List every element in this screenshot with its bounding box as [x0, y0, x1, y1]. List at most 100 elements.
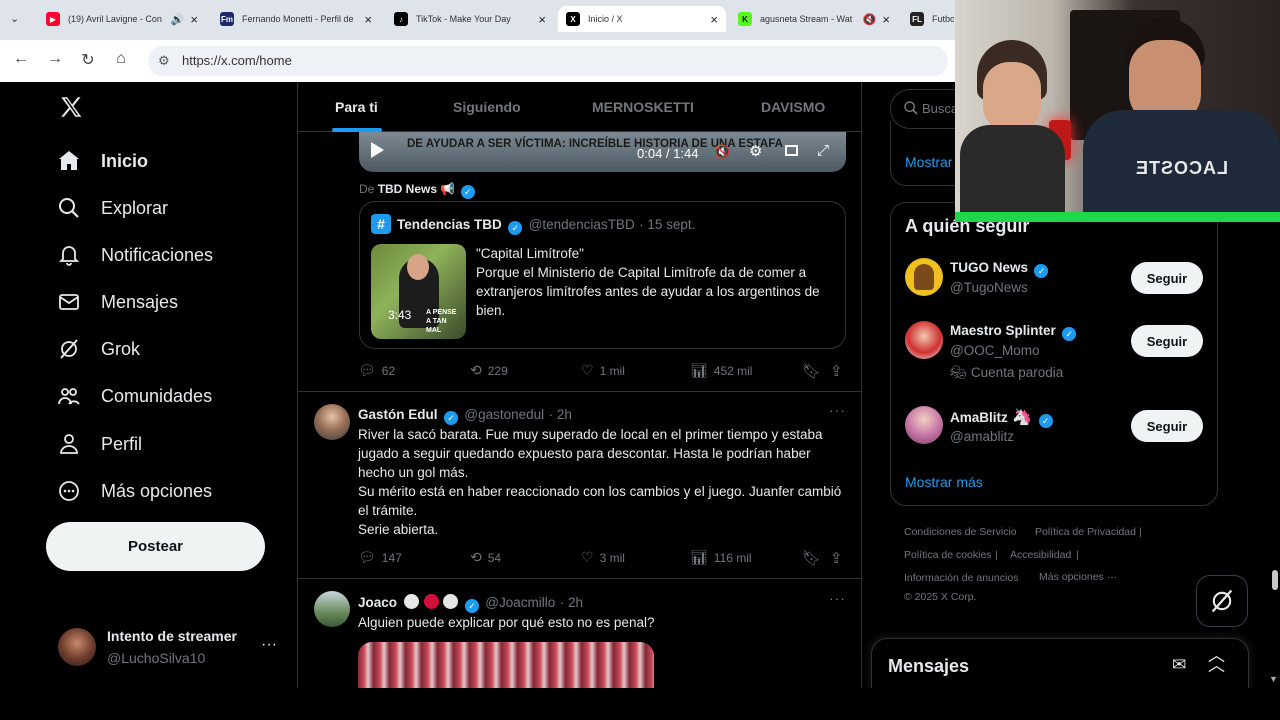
browser-tab[interactable]: ♪ TikTok - Make Your Day ×	[386, 6, 554, 32]
post-time[interactable]: · 2h	[560, 595, 583, 610]
avatar[interactable]	[905, 406, 943, 444]
show-more-link[interactable]: Mostrar más	[905, 474, 983, 490]
tab-mernosketti[interactable]: MERNOSKETTI	[592, 99, 694, 115]
author-name[interactable]: Joaco	[358, 595, 397, 610]
follow-button[interactable]: Seguir	[1131, 410, 1203, 442]
show-more-link[interactable]: Mostrar	[905, 154, 952, 170]
nav-item-inicio[interactable]: Inicio	[56, 145, 148, 177]
site-settings-icon[interactable]: ⚙	[158, 53, 170, 69]
account-switcher[interactable]: Intento de streamer @LuchoSilva10 ···	[56, 624, 286, 670]
tab-para-ti[interactable]: Para ti	[335, 99, 378, 115]
close-tab-icon[interactable]: ×	[882, 12, 890, 27]
more-dots-icon[interactable]: ···	[829, 590, 846, 606]
tab-davismo[interactable]: DAVISMO	[761, 99, 825, 115]
quoted-handle: @tendenciasTBD	[528, 217, 635, 232]
nav-item-comunidades[interactable]: Comunidades	[56, 380, 212, 412]
grok-floating-button[interactable]	[1196, 575, 1248, 627]
bookmark-icon[interactable]: 🔖︎	[802, 362, 821, 380]
avatar[interactable]	[314, 591, 350, 627]
nav-item-mas-opciones[interactable]: Más opciones	[56, 475, 212, 507]
footer-link-more-options[interactable]: Más opciones ···	[1039, 571, 1117, 583]
browser-tab[interactable]: ▶ (19) Avril Lavigne - Con 🔊 ×	[38, 6, 206, 32]
x-logo-icon[interactable]	[58, 94, 86, 122]
follow-button[interactable]: Seguir	[1131, 325, 1203, 357]
more-dots-icon[interactable]: ···	[261, 636, 277, 654]
address-bar[interactable]: ⚙ https://x.com/home	[148, 46, 948, 76]
quoted-post-card[interactable]: # Tendencias TBD ✓ @tendenciasTBD · 15 s…	[359, 201, 846, 349]
post-text-line: River la sacó barata. Fue muy superado d…	[358, 427, 823, 480]
post-media-image[interactable]	[358, 642, 654, 688]
avatar[interactable]	[905, 258, 943, 296]
white-circle-icon	[443, 594, 459, 609]
bookmark-icon[interactable]: 🔖︎	[802, 549, 821, 567]
like-count: 3 mil	[599, 550, 625, 565]
like-button[interactable]: ♡ 1 mil	[581, 362, 625, 379]
author-handle[interactable]: @gastonedul	[464, 407, 544, 422]
close-tab-icon[interactable]: ×	[538, 12, 546, 27]
footer-link-privacy[interactable]: Política de Privacidad	[1035, 526, 1136, 538]
nav-item-mensajes[interactable]: Mensajes	[56, 286, 178, 318]
mute-icon[interactable]: 🔇	[714, 144, 730, 160]
quoted-thumbnail[interactable]: 3:43 A PENSE A TAN MAL	[371, 244, 466, 339]
tab-siguiendo[interactable]: Siguiendo	[453, 99, 521, 115]
scroll-down-arrow-icon[interactable]: ▼	[1269, 674, 1278, 684]
footer-link-cookies[interactable]: Política de cookies	[904, 549, 992, 561]
video-player[interactable]: DE AYUDAR A SER VÍCTIMA: INCREÍBLE HISTO…	[359, 132, 846, 172]
close-tab-icon[interactable]: ×	[364, 12, 372, 27]
settings-gear-icon[interactable]: ⚙	[749, 142, 762, 160]
post-time[interactable]: · 2h	[549, 407, 572, 422]
more-dots-icon[interactable]: ···	[829, 402, 846, 418]
author-handle[interactable]: @Joacmillo	[485, 595, 555, 610]
browser-tab[interactable]: Fm Fernando Monetti - Perfil de ×	[212, 6, 380, 32]
reply-button[interactable]: 💬︎ 147	[358, 549, 402, 566]
author-name[interactable]: Gastón Edul	[358, 407, 438, 422]
back-icon[interactable]: ←	[10, 50, 32, 68]
pip-icon[interactable]	[785, 145, 798, 156]
close-tab-icon[interactable]: ×	[710, 12, 718, 27]
share-icon[interactable]: ⇪	[830, 362, 843, 380]
close-tab-icon[interactable]: ×	[190, 12, 198, 27]
nav-item-perfil[interactable]: Perfil	[56, 428, 142, 460]
forward-icon[interactable]: →	[44, 50, 66, 68]
fullscreen-icon[interactable]: ⤢	[817, 142, 829, 159]
follow-suggestion[interactable]: AmaBlitz 🦄 ✓	[950, 407, 1055, 428]
follow-suggestion[interactable]: Maestro Splinter ✓	[950, 322, 1078, 341]
new-message-icon[interactable]: ✉	[1172, 655, 1186, 675]
avatar[interactable]	[905, 321, 943, 359]
reply-button[interactable]: 💬︎ 62	[358, 362, 395, 379]
follow-suggestion[interactable]: TUGO News ✓	[950, 259, 1050, 278]
footer-link-accessibility[interactable]: Accesibilidad	[1010, 549, 1071, 561]
play-icon[interactable]	[371, 142, 384, 158]
views-button[interactable]: 📊︎ 452 mil	[690, 362, 752, 379]
muted-speaker-icon[interactable]: 🔇	[863, 13, 877, 26]
webcam-shirt-text: LACOSTE	[1135, 158, 1229, 178]
repost-button[interactable]: ⟲ 229	[470, 362, 508, 379]
repost-button[interactable]: ⟲ 54	[470, 549, 501, 566]
views-button[interactable]: 📊︎ 116 mil	[690, 549, 752, 566]
nav-item-notificaciones[interactable]: Notificaciones	[56, 239, 213, 271]
tab-list-chevron-icon[interactable]: ⌄	[10, 12, 19, 25]
reload-icon[interactable]: ↻	[77, 50, 99, 70]
post-button[interactable]: Postear	[46, 522, 265, 571]
suggestion-name: AmaBlitz	[950, 410, 1008, 425]
browser-tab-active[interactable]: X Inicio / X ×	[558, 6, 726, 32]
footer-link-ads-info[interactable]: Información de anuncios	[904, 572, 1018, 584]
browser-tab[interactable]: FL Futbo	[902, 6, 962, 32]
unicorn-icon: 🦄	[1012, 409, 1033, 426]
share-icon[interactable]: ⇪	[830, 549, 843, 567]
source-name[interactable]: TBD News	[378, 182, 437, 196]
footer-link-terms[interactable]: Condiciones de Servicio	[904, 526, 1017, 538]
mail-icon	[56, 289, 82, 315]
like-button[interactable]: ♡ 3 mil	[581, 549, 625, 566]
messages-title: Mensajes	[888, 656, 970, 676]
avatar[interactable]	[314, 404, 350, 440]
browser-tab[interactable]: K agusneta Stream - Wat 🔇 ×	[730, 6, 898, 32]
messages-drawer[interactable]: Mensajes ✉ ︿ ︿	[871, 638, 1249, 690]
nav-item-grok[interactable]: Grok	[56, 333, 140, 365]
nav-item-explorar[interactable]: Explorar	[56, 192, 168, 224]
follow-button[interactable]: Seguir	[1131, 262, 1203, 294]
scrollbar[interactable]	[1272, 570, 1278, 590]
double-chevron-up-icon[interactable]: ︿ ︿	[1208, 647, 1225, 674]
home-page-icon[interactable]: ⌂	[110, 50, 132, 68]
speaker-icon[interactable]: 🔊	[171, 13, 185, 26]
